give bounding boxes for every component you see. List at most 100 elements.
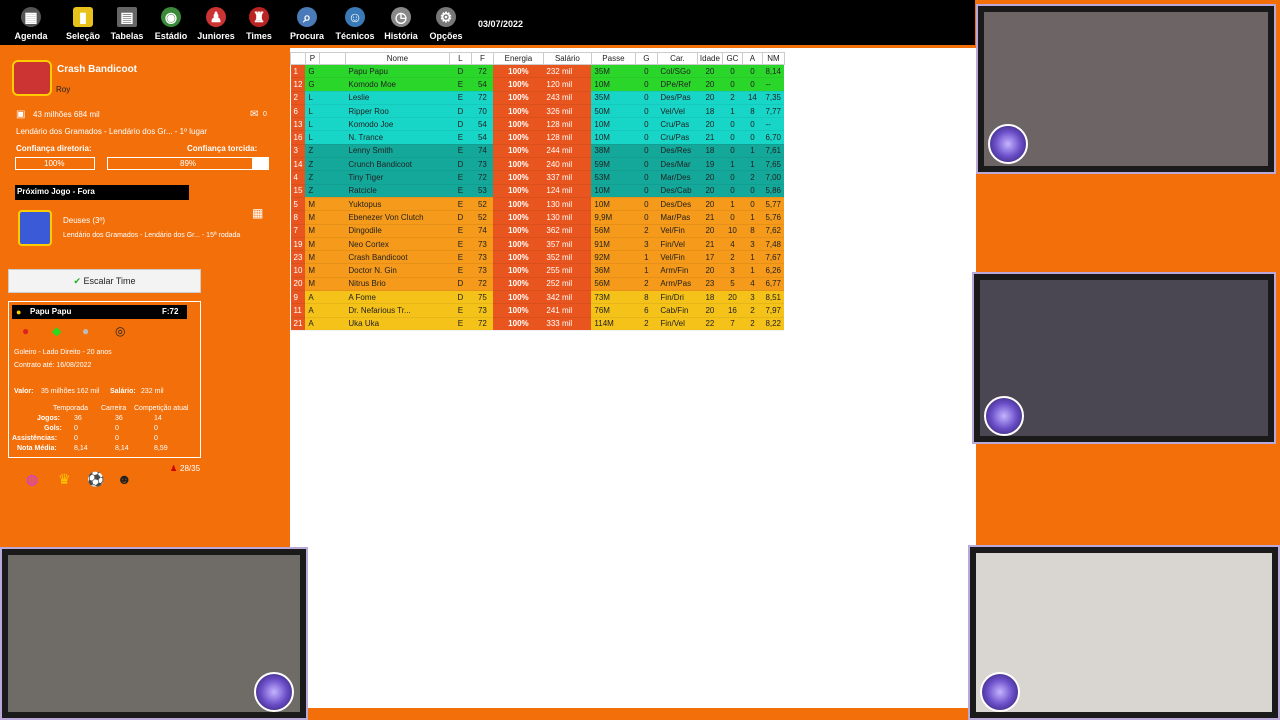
table-header-cell[interactable]: Energia	[492, 52, 544, 65]
toolbar-times[interactable]: ♜ Times	[233, 5, 285, 41]
force: 73	[471, 263, 494, 278]
match-details-icon[interactable]: ▦	[252, 206, 263, 220]
toolbar-agenda[interactable]: ▦ Agenda	[5, 5, 57, 41]
stop-icon[interactable]: ●	[22, 324, 29, 338]
ball-icon[interactable]: ⚽	[87, 471, 104, 488]
goals: 0	[635, 197, 658, 212]
mail-icon[interactable]: ✉	[250, 109, 258, 120]
table-header-cell[interactable]: NM	[761, 52, 785, 65]
table-header-cell[interactable]: Idade	[696, 52, 723, 65]
toolbar-opcoes[interactable]: ⚙ Opções	[420, 5, 472, 41]
table-header-cell[interactable]	[318, 52, 346, 65]
target-icon[interactable]: ◎	[115, 324, 125, 338]
table-row[interactable]: 9A A Fome D 75 100% 342 mil 73M 8 Fin/Dri 18 20 3 8,…	[290, 290, 785, 305]
fans-confidence-bar: 89%	[107, 157, 269, 170]
table-row[interactable]: 5 M Yuktopus E 52 100% 130 mil 10M 0 Des/Des 20 1 0 5…	[290, 197, 785, 212]
table-header-cell[interactable]: Passe	[590, 52, 636, 65]
assists: 0	[742, 197, 763, 212]
status-icons-cell	[319, 117, 346, 132]
status-icons-cell	[319, 170, 346, 185]
table-header-cell[interactable]	[290, 52, 306, 65]
person-icon[interactable]: ☻	[117, 471, 132, 487]
table-header-cell[interactable]: Salário	[542, 52, 592, 65]
player-name: Leslie	[345, 91, 450, 105]
side: E	[449, 250, 472, 265]
stats-value: 8,14	[115, 445, 129, 452]
player-name: Papu Papu	[345, 64, 450, 79]
table-row[interactable]: 6 L Ripper Roo D 70 100% 326 mil 50M 0 Vel/Vel 18 1…	[290, 104, 785, 119]
goals-conceded: 0	[722, 144, 743, 159]
age: 20	[697, 64, 723, 79]
goals: 0	[635, 170, 658, 185]
stats-value: 8,59	[154, 445, 168, 452]
toolbar-tecnicos[interactable]: ☺ Técnicos	[329, 5, 381, 41]
stats-col-carreira: Carreira	[101, 405, 127, 412]
status-icons-cell	[319, 157, 346, 172]
toolbar-procura[interactable]: ⌕ Procura	[281, 5, 333, 41]
table-row[interactable]: 21 A Uka Uka E 72 100% 333 mil 114M 2 Fin/Vel 22 7 2…	[290, 317, 785, 331]
goals: 0	[635, 77, 658, 92]
player-name: Crash Bandicoot	[345, 250, 450, 265]
age: 18	[697, 290, 723, 305]
table-row[interactable]: 2 L Leslie E 72 100% 243 mil 35M 0 Des/Pas 20 2 14 7,…	[290, 91, 785, 105]
table-row[interactable]: 15 Z Ratcicle E 53 100% 124 mil 10M 0 Des/Cab 20 0 0…	[290, 184, 785, 198]
force: 75	[471, 290, 494, 305]
energy: 100%	[493, 277, 544, 292]
table-row[interactable]: 19 M Neo Cortex E 73 100% 357 mil 91M 3 Fin/Vel 21…	[290, 237, 785, 252]
trophy-icon[interactable]: ♛	[58, 471, 71, 488]
side: E	[449, 303, 472, 318]
age: 21	[697, 237, 723, 252]
side: D	[449, 104, 472, 119]
table-row[interactable]: 8 M Ebenezer Von Clutch D 52 100% 130 mil 9,9M 0…	[290, 210, 785, 225]
colorwheel-icon[interactable]: ◍	[26, 471, 38, 488]
table-header-cell[interactable]: Car.	[656, 52, 698, 65]
energy: 100%	[493, 64, 544, 79]
salary: 243 mil	[543, 91, 592, 105]
transfer-value: 35M	[591, 64, 636, 79]
table-header-cell[interactable]: A	[741, 52, 763, 65]
energy: 100%	[493, 184, 544, 198]
status-icons-cell	[319, 104, 346, 119]
table-row[interactable]: 3 Z Lenny Smith E 74 100% 244 mil 38M 0 Des/Res 18…	[290, 144, 785, 159]
escalar-time-button[interactable]: ✔ Escalar Time	[8, 269, 201, 293]
table-row[interactable]: 1 G Papu Papu D 72 100% 232 mil 35M 0 Col/SGo 20 0 0…	[290, 64, 785, 79]
table-row[interactable]: 4 Z Tiny Tiger E 72 100% 337 mil 53M 0 Mar/Des 20 0…	[290, 170, 785, 185]
table-row[interactable]: 14 Z Crunch Bandicoot D 73 100% 240 mil 59M 0 Des…	[290, 157, 785, 172]
row-number: 5	[290, 197, 306, 212]
characteristics: Col/SGo	[657, 64, 698, 79]
manager-name: Roy	[56, 85, 71, 94]
transfer-value: 9,9M	[591, 210, 636, 225]
diamond-icon[interactable]: ◆	[52, 324, 61, 338]
force: 72	[471, 170, 494, 185]
stats-value: 0	[115, 425, 119, 432]
table-row[interactable]: 20 M Nitrus Brio D 72 100% 252 mil 56M 2 Arm/Pas 2…	[290, 277, 785, 292]
table-row[interactable]: 23 M Crash Bandicoot E 73 100% 352 mil 92M 1 Vel/…	[290, 250, 785, 265]
table-header-cell[interactable]: P	[304, 52, 320, 65]
table-header-cell[interactable]: L	[448, 52, 472, 65]
table-header-cell[interactable]: G	[634, 52, 658, 65]
force: 73	[471, 237, 494, 252]
row-number: 2	[290, 91, 306, 105]
table-row[interactable]: 11 A Dr. Nefarious Tr... E 73 100% 241 mil 76M 6…	[290, 303, 785, 318]
goals: 8	[635, 290, 658, 305]
car-icon[interactable]: ●	[82, 324, 89, 338]
position: A	[305, 303, 320, 318]
table-row[interactable]: 16 L N. Trance E 54 100% 128 mil 10M 0 Cru/Pas 21 0…	[290, 130, 785, 145]
age: 19	[697, 157, 723, 172]
team-logo	[12, 60, 52, 96]
table-header-cell[interactable]: F	[470, 52, 494, 65]
goals-conceded: 20	[722, 290, 743, 305]
table-row[interactable]: 10 M Doctor N. Gin E 73 100% 255 mil 36M 1 Arm/Fi…	[290, 263, 785, 278]
force: 74	[471, 224, 494, 238]
goals-conceded: 7	[722, 317, 743, 331]
table-header-cell[interactable]: GC	[721, 52, 743, 65]
opponent-logo	[18, 210, 52, 246]
table-header-cell[interactable]: Nome	[344, 52, 450, 65]
table-row[interactable]: 12 G Komodo Moe E 54 100% 120 mil 10M 0 DPe/Ref 20…	[290, 77, 785, 92]
salary: 240 mil	[543, 157, 592, 172]
transfer-value: 56M	[591, 224, 636, 238]
assists: 4	[742, 277, 763, 292]
table-row[interactable]: 7 M Dingodile E 74 100% 362 mil 56M 2 Vel/Fin 20 10…	[290, 224, 785, 238]
table-row[interactable]: 13 L Komodo Joe D 54 100% 128 mil 10M 0 Cru/Pas 20…	[290, 117, 785, 132]
player-salary: 232 mil	[141, 388, 164, 395]
